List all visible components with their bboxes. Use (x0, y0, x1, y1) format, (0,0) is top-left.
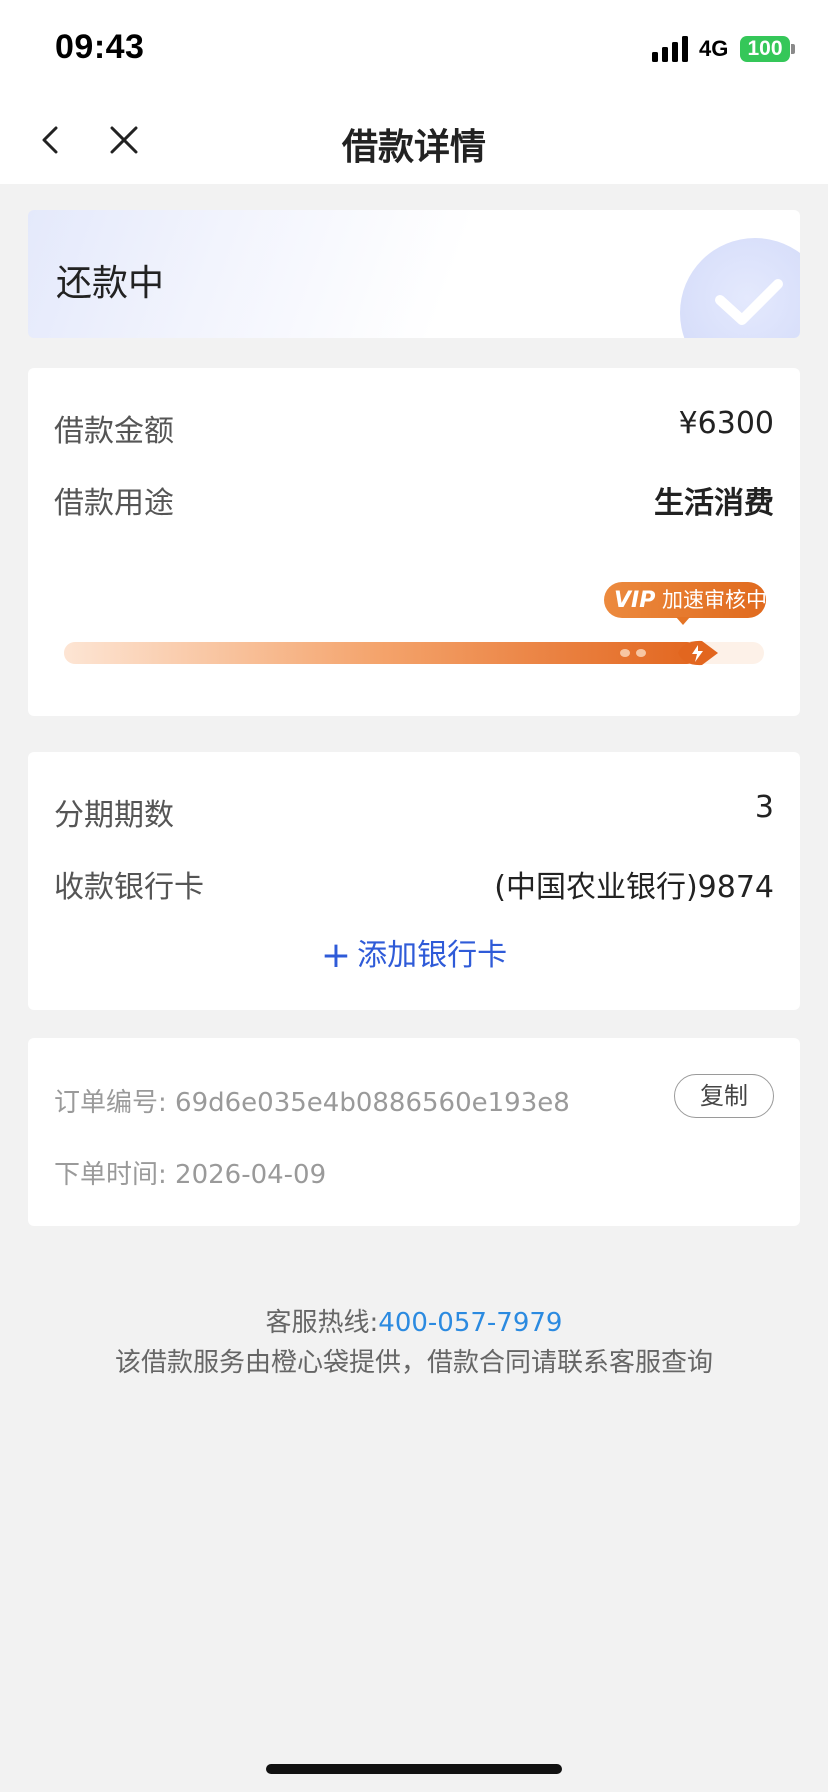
order-time-row: 下单时间: 2026-04-09 (54, 1154, 326, 1191)
page-title: 借款详情 (341, 126, 486, 167)
loan-purpose-label: 借款用途 (54, 486, 174, 521)
review-progress-bar (64, 640, 764, 666)
check-icon (715, 279, 783, 325)
nav-bar: 借款详情 (0, 96, 828, 184)
battery-tip (791, 44, 795, 54)
vip-review-text: 加速审核中 (662, 588, 768, 612)
hotline-number[interactable]: 400-057-7979 (378, 1308, 562, 1338)
loan-amount-label: 借款金额 (54, 414, 174, 449)
order-time-value: 2026-04-09 (175, 1160, 327, 1190)
network-type: 4G (699, 36, 729, 61)
bank-card-value: (中国农业银行)9874 (494, 870, 774, 905)
status-bar: 09:43 4G 100 (0, 0, 828, 96)
vip-label: VIP (614, 588, 656, 613)
order-time-label: 下单时间: (54, 1160, 167, 1190)
loan-status-label: 还款中 (56, 263, 165, 304)
installment-card: 分期期数 3 收款银行卡 (中国农业银行)9874 + 添加银行卡 (28, 752, 800, 1010)
order-number-row: 订单编号: 69d6e035e4b0886560e193e8 (54, 1082, 570, 1119)
battery-icon: 100 (740, 36, 790, 62)
bank-card-label: 收款银行卡 (54, 870, 204, 905)
periods-value: 3 (754, 790, 774, 825)
progress-dot (620, 649, 630, 657)
vip-review-badge: VIP 加速审核中 (604, 582, 768, 625)
plus-icon: + (320, 935, 352, 976)
rocket-icon (678, 640, 718, 666)
service-hotline: 客服热线:400-057-7979 (0, 1302, 828, 1339)
periods-label: 分期期数 (54, 798, 174, 833)
add-bank-card-button[interactable]: + 添加银行卡 (28, 930, 800, 976)
order-number-value: 69d6e035e4b0886560e193e8 (175, 1088, 570, 1118)
add-bank-card-label: 添加银行卡 (357, 938, 508, 973)
home-indicator[interactable] (266, 1764, 562, 1774)
order-number-label: 订单编号: (54, 1088, 167, 1118)
progress-fill (64, 642, 698, 664)
progress-dot (636, 649, 646, 657)
hotline-label: 客服热线: (265, 1308, 379, 1338)
loan-amount-value: ¥6300 (678, 406, 774, 441)
battery-level: 100 (747, 37, 783, 60)
service-note: 该借款服务由橙心袋提供，借款合同请联系客服查询 (114, 1348, 713, 1378)
order-info-card: 订单编号: 69d6e035e4b0886560e193e8 复制 下单时间: … (28, 1038, 800, 1226)
loan-info-card: 借款金额 ¥6300 借款用途 生活消费 VIP 加速审核中 (28, 368, 800, 716)
signal-icon (652, 36, 688, 62)
copy-button[interactable]: 复制 (674, 1074, 774, 1118)
status-time: 09:43 (55, 28, 145, 66)
loan-purpose-value: 生活消费 (654, 486, 774, 521)
loan-status-card: 还款中 (28, 210, 800, 338)
